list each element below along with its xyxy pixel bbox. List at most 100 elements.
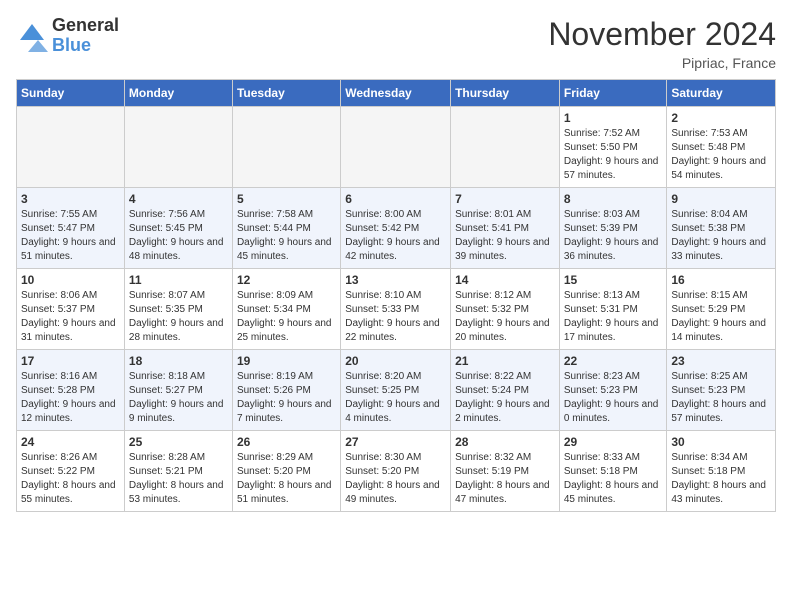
day-info: Sunrise: 7:58 AM Sunset: 5:44 PM Dayligh… [237, 208, 336, 264]
calendar-cell [17, 107, 125, 188]
calendar-cell [451, 107, 560, 188]
day-header-tuesday: Tuesday [232, 80, 340, 107]
day-number: 21 [455, 354, 555, 368]
logo-blue: Blue [52, 36, 119, 56]
calendar-cell: 3Sunrise: 7:55 AM Sunset: 5:47 PM Daylig… [17, 188, 125, 269]
month-title: November 2024 [548, 16, 776, 53]
calendar-cell: 20Sunrise: 8:20 AM Sunset: 5:25 PM Dayli… [341, 350, 451, 431]
day-number: 27 [345, 435, 446, 449]
calendar-cell: 29 Sunrise: 8:33 AM Sunset: 5:18 PM Dayli… [559, 431, 667, 512]
calendar-cell: 27 Sunrise: 8:30 AM Sunset: 5:20 PM Dayli… [341, 431, 451, 512]
day-header-monday: Monday [124, 80, 232, 107]
day-info: Sunrise: 8:16 AM Sunset: 5:28 PM Dayligh… [21, 370, 120, 426]
day-info: Sunrise: 8:10 AM Sunset: 5:33 PM Dayligh… [345, 289, 446, 345]
calendar-cell: 18 Sunrise: 8:18 AM Sunset: 5:27 PM Dayli… [124, 350, 232, 431]
calendar-cell: 25Sunrise: 8:28 AM Sunset: 5:21 PM Dayli… [124, 431, 232, 512]
day-info: Sunrise: 8:28 AM Sunset: 5:21 PM Dayligh… [129, 451, 228, 507]
calendar-cell [124, 107, 232, 188]
logo: General Blue [16, 16, 119, 56]
day-number: 1 [564, 111, 663, 125]
day-number: 16 [671, 273, 771, 287]
day-info: Sunrise: 8:18 AM Sunset: 5:27 PM Dayligh… [129, 370, 228, 426]
day-number: 24 [21, 435, 120, 449]
calendar-cell: 30 Sunrise: 8:34 AM Sunset: 5:18 PM Dayli… [667, 431, 776, 512]
page-header: General Blue November 2024 Pipriac, Fran… [16, 16, 776, 71]
calendar-cell: 6 Sunrise: 8:00 AM Sunset: 5:42 PM Daylig… [341, 188, 451, 269]
calendar-table: SundayMondayTuesdayWednesdayThursdayFrid… [16, 79, 776, 512]
day-number: 12 [237, 273, 336, 287]
day-info: Sunrise: 8:32 AM Sunset: 5:19 PM Dayligh… [455, 451, 555, 507]
day-info: Sunrise: 8:23 AM Sunset: 5:23 PM Dayligh… [564, 370, 663, 426]
day-number: 23 [671, 354, 771, 368]
calendar-cell: 13 Sunrise: 8:10 AM Sunset: 5:33 PM Dayli… [341, 269, 451, 350]
day-number: 28 [455, 435, 555, 449]
day-info: Sunrise: 8:00 AM Sunset: 5:42 PM Dayligh… [345, 208, 446, 264]
day-number: 6 [345, 192, 446, 206]
day-header-sunday: Sunday [17, 80, 125, 107]
day-info: Sunrise: 8:22 AM Sunset: 5:24 PM Dayligh… [455, 370, 555, 426]
calendar-cell: 5Sunrise: 7:58 AM Sunset: 5:44 PM Daylig… [232, 188, 340, 269]
day-number: 9 [671, 192, 771, 206]
day-number: 22 [564, 354, 663, 368]
day-info: Sunrise: 8:20 AM Sunset: 5:25 PM Dayligh… [345, 370, 446, 426]
calendar-cell: 28 Sunrise: 8:32 AM Sunset: 5:19 PM Dayli… [451, 431, 560, 512]
calendar-cell: 9 Sunrise: 8:04 AM Sunset: 5:38 PM Daylig… [667, 188, 776, 269]
day-number: 30 [671, 435, 771, 449]
calendar-cell: 12Sunrise: 8:09 AM Sunset: 5:34 PM Dayli… [232, 269, 340, 350]
day-number: 14 [455, 273, 555, 287]
title-block: November 2024 Pipriac, France [548, 16, 776, 71]
calendar-week-3: 10 Sunrise: 8:06 AM Sunset: 5:37 PM Dayli… [17, 269, 776, 350]
day-info: Sunrise: 8:13 AM Sunset: 5:31 PM Dayligh… [564, 289, 663, 345]
day-number: 18 [129, 354, 228, 368]
day-info: Sunrise: 8:19 AM Sunset: 5:26 PM Dayligh… [237, 370, 336, 426]
day-info: Sunrise: 7:52 AM Sunset: 5:50 PM Dayligh… [564, 127, 663, 183]
calendar-week-2: 3Sunrise: 7:55 AM Sunset: 5:47 PM Daylig… [17, 188, 776, 269]
day-info: Sunrise: 8:06 AM Sunset: 5:37 PM Dayligh… [21, 289, 120, 345]
day-number: 7 [455, 192, 555, 206]
calendar-cell: 15Sunrise: 8:13 AM Sunset: 5:31 PM Dayli… [559, 269, 667, 350]
calendar-cell [341, 107, 451, 188]
day-header-saturday: Saturday [667, 80, 776, 107]
calendar-week-4: 17Sunrise: 8:16 AM Sunset: 5:28 PM Dayli… [17, 350, 776, 431]
calendar-cell: 19Sunrise: 8:19 AM Sunset: 5:26 PM Dayli… [232, 350, 340, 431]
day-header-friday: Friday [559, 80, 667, 107]
calendar-cell: 14 Sunrise: 8:12 AM Sunset: 5:32 PM Dayli… [451, 269, 560, 350]
day-info: Sunrise: 7:56 AM Sunset: 5:45 PM Dayligh… [129, 208, 228, 264]
day-info: Sunrise: 8:12 AM Sunset: 5:32 PM Dayligh… [455, 289, 555, 345]
calendar-cell: 1 Sunrise: 7:52 AM Sunset: 5:50 PM Daylig… [559, 107, 667, 188]
day-info: Sunrise: 8:04 AM Sunset: 5:38 PM Dayligh… [671, 208, 771, 264]
location: Pipriac, France [548, 55, 776, 71]
logo-icon [16, 20, 48, 52]
day-header-thursday: Thursday [451, 80, 560, 107]
calendar-cell: 22 Sunrise: 8:23 AM Sunset: 5:23 PM Dayli… [559, 350, 667, 431]
header-row: SundayMondayTuesdayWednesdayThursdayFrid… [17, 80, 776, 107]
calendar-cell: 8 Sunrise: 8:03 AM Sunset: 5:39 PM Daylig… [559, 188, 667, 269]
logo-text: General Blue [52, 16, 119, 56]
calendar-cell: 4 Sunrise: 7:56 AM Sunset: 5:45 PM Daylig… [124, 188, 232, 269]
day-info: Sunrise: 8:33 AM Sunset: 5:18 PM Dayligh… [564, 451, 663, 507]
day-number: 10 [21, 273, 120, 287]
day-number: 13 [345, 273, 446, 287]
calendar-cell: 24Sunrise: 8:26 AM Sunset: 5:22 PM Dayli… [17, 431, 125, 512]
day-info: Sunrise: 8:07 AM Sunset: 5:35 PM Dayligh… [129, 289, 228, 345]
day-header-wednesday: Wednesday [341, 80, 451, 107]
day-info: Sunrise: 8:30 AM Sunset: 5:20 PM Dayligh… [345, 451, 446, 507]
calendar-week-5: 24Sunrise: 8:26 AM Sunset: 5:22 PM Dayli… [17, 431, 776, 512]
calendar-cell: 21 Sunrise: 8:22 AM Sunset: 5:24 PM Dayli… [451, 350, 560, 431]
day-number: 8 [564, 192, 663, 206]
day-number: 4 [129, 192, 228, 206]
day-info: Sunrise: 8:34 AM Sunset: 5:18 PM Dayligh… [671, 451, 771, 507]
calendar-cell: 10 Sunrise: 8:06 AM Sunset: 5:37 PM Dayli… [17, 269, 125, 350]
day-number: 3 [21, 192, 120, 206]
day-number: 29 [564, 435, 663, 449]
day-info: Sunrise: 8:29 AM Sunset: 5:20 PM Dayligh… [237, 451, 336, 507]
day-info: Sunrise: 8:01 AM Sunset: 5:41 PM Dayligh… [455, 208, 555, 264]
day-info: Sunrise: 8:03 AM Sunset: 5:39 PM Dayligh… [564, 208, 663, 264]
day-number: 11 [129, 273, 228, 287]
calendar-week-1: 1 Sunrise: 7:52 AM Sunset: 5:50 PM Daylig… [17, 107, 776, 188]
day-info: Sunrise: 8:25 AM Sunset: 5:23 PM Dayligh… [671, 370, 771, 426]
calendar-cell: 2Sunrise: 7:53 AM Sunset: 5:48 PM Daylig… [667, 107, 776, 188]
logo-general: General [52, 16, 119, 36]
day-info: Sunrise: 8:15 AM Sunset: 5:29 PM Dayligh… [671, 289, 771, 345]
day-number: 26 [237, 435, 336, 449]
